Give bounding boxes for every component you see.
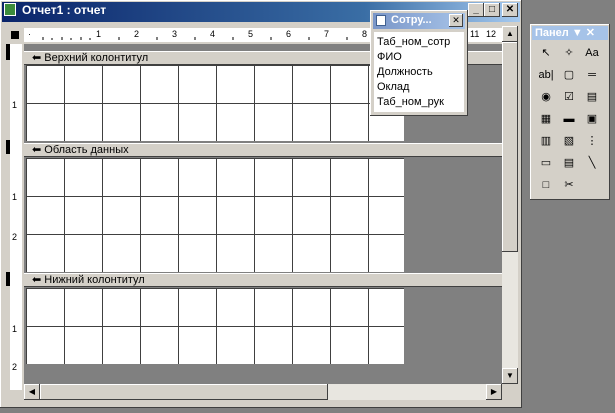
option-group-tool[interactable]: ▢ [559, 66, 579, 84]
vruler-label: 1 [12, 324, 18, 334]
toggle-button-tool[interactable]: ═ [582, 66, 602, 84]
subform-tool[interactable]: ▤ [559, 154, 579, 172]
field-item[interactable]: Таб_ном_сотр [377, 36, 450, 48]
scroll-right-button[interactable]: ▶ [486, 384, 502, 400]
field-list: Таб_ном_сотр ФИО Должность Оклад Таб_ном… [374, 32, 464, 112]
page-header-label: ⬅ Верхний колонтитул [32, 52, 149, 64]
maximize-button[interactable]: □ [484, 3, 500, 17]
close-button[interactable]: ✕ [502, 3, 518, 17]
field-item[interactable]: ФИО [377, 51, 402, 63]
line-tool[interactable]: ╲ [582, 154, 602, 172]
vruler-label: 2 [12, 362, 18, 372]
listbox-tool[interactable]: ▦ [536, 110, 556, 128]
rectangle-tool[interactable]: □ [536, 176, 556, 194]
vruler-label: 1 [12, 192, 18, 202]
textbox-tool[interactable]: ab| [536, 66, 556, 84]
report-icon [4, 3, 16, 16]
window-title: Отчет1 : отчет [22, 3, 107, 17]
select-report-icon[interactable] [11, 31, 19, 39]
scroll-up-button[interactable]: ▲ [502, 26, 518, 42]
page-header-grid[interactable] [26, 65, 404, 141]
field-item[interactable]: Таб_ном_рук [377, 96, 444, 108]
scroll-left-button[interactable]: ◀ [24, 384, 40, 400]
toolbox-title: Панел ▼ ✕ [535, 27, 595, 39]
vertical-ruler: 1 1 2 1 2 [6, 44, 24, 390]
command-button-tool[interactable]: ▬ [559, 110, 579, 128]
field-item[interactable]: Оклад [377, 81, 409, 93]
option-button-tool[interactable]: ◉ [536, 88, 556, 106]
pointer-tool[interactable]: ↖ [536, 44, 556, 62]
bound-frame-tool[interactable]: ▧ [559, 132, 579, 150]
page-footer-grid[interactable] [26, 288, 404, 364]
minimize-button[interactable]: _ [468, 3, 484, 17]
vertical-scroll-thumb[interactable] [502, 42, 518, 252]
label-tool[interactable]: Aa [582, 44, 602, 62]
unbound-frame-tool[interactable]: ▥ [536, 132, 556, 150]
vruler-label: 2 [12, 232, 18, 242]
vruler-label: 1 [12, 100, 18, 110]
scroll-down-button[interactable]: ▼ [502, 368, 518, 384]
field-list-title: Сотру... [391, 14, 432, 26]
image-tool[interactable]: ▣ [582, 110, 602, 128]
table-icon [376, 15, 386, 26]
field-list-title-bar[interactable]: Сотру... ✕ [373, 13, 465, 29]
more-controls-tool[interactable]: ✂ [559, 176, 579, 194]
detail-label: ⬅ Область данных [32, 144, 129, 156]
field-list-close-button[interactable]: ✕ [449, 14, 463, 27]
wizard-tool[interactable]: ✧ [559, 44, 579, 62]
page-footer-label: ⬅ Нижний колонтитул [32, 274, 145, 286]
page-break-tool[interactable]: ⋮ [582, 132, 602, 150]
tab-control-tool[interactable]: ▭ [536, 154, 556, 172]
toolbox-title-bar[interactable]: Панел ▼ ✕ [532, 26, 608, 40]
field-item[interactable]: Должность [377, 66, 433, 78]
horizontal-scroll-thumb[interactable] [40, 384, 328, 400]
combobox-tool[interactable]: ▤ [582, 88, 602, 106]
checkbox-tool[interactable]: ☑ [559, 88, 579, 106]
detail-band[interactable]: ⬅ Область данных [24, 143, 502, 157]
page-footer-band[interactable]: ⬅ Нижний колонтитул [24, 273, 502, 287]
detail-grid[interactable] [26, 158, 404, 272]
